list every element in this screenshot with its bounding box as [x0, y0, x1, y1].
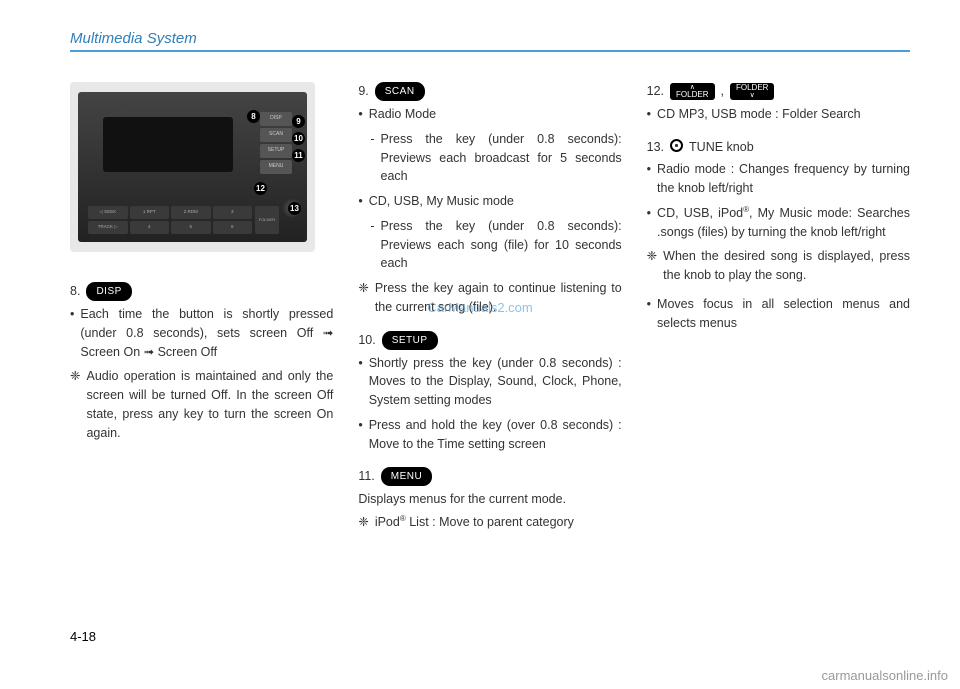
item-8-note: Audio operation is maintained and only t…	[86, 367, 333, 442]
item-9-s2: Press the key (under 0.8 seconds): Previ…	[381, 217, 622, 273]
item-13: 13. TUNE knob •Radio mode : Changes freq…	[647, 138, 910, 333]
item-8-bullet: Each time the button is shortly pressed …	[80, 305, 333, 361]
item-8: 8. DISP •Each time the button is shortly…	[70, 282, 333, 442]
device-scan-btn: SCAN	[260, 128, 292, 142]
callout-9: 9	[292, 115, 305, 128]
page-header: Multimedia System	[70, 30, 910, 52]
callout-13: 13	[288, 202, 301, 215]
item-9-num: 9.	[358, 82, 368, 101]
device-setup-btn: SETUP	[260, 144, 292, 158]
item-11-note: iPod® List : Move to parent category	[375, 513, 574, 532]
page-number: 4-18	[70, 629, 96, 644]
item-10: 10. SETUP •Shortly press the key (under …	[358, 331, 621, 454]
disp-button-label: DISP	[86, 282, 131, 301]
column-3: 12. ∧FOLDER , FOLDER∨ •CD MP3, USB mode …	[647, 82, 910, 546]
watermark-bottom: carmanualsonline.info	[822, 668, 948, 683]
content-area: DISP SCAN SETUP MENU ◁ SEEK 1 RPT 2 RDM …	[70, 82, 910, 546]
item-13-label: TUNE knob	[689, 138, 754, 157]
item-13-b2: CD, USB, iPod®, My Music mode: Searches …	[657, 204, 910, 242]
callout-11: 11	[292, 149, 305, 162]
item-11: 11. MENU Displays menus for the current …	[358, 467, 621, 532]
item-10-b1: Shortly press the key (under 0.8 seconds…	[369, 354, 622, 410]
item-13-b3: Moves focus in all selection menus and s…	[657, 295, 910, 333]
item-9-b1: Radio Mode	[369, 105, 436, 124]
item-12: 12. ∧FOLDER , FOLDER∨ •CD MP3, USB mode …	[647, 82, 910, 124]
scan-button-label: SCAN	[375, 82, 425, 101]
item-13-note: When the desired song is displayed, pres…	[663, 247, 910, 285]
callout-8: 8	[247, 110, 260, 123]
setup-button-label: SETUP	[382, 331, 438, 350]
item-10-num: 10.	[358, 331, 375, 350]
item-10-b2: Press and hold the key (over 0.8 seconds…	[369, 416, 622, 454]
column-1: DISP SCAN SETUP MENU ◁ SEEK 1 RPT 2 RDM …	[70, 82, 333, 546]
item-9-b2: CD, USB, My Music mode	[369, 192, 514, 211]
device-illustration: DISP SCAN SETUP MENU ◁ SEEK 1 RPT 2 RDM …	[70, 82, 315, 252]
item-12-num: 12.	[647, 82, 664, 101]
folder-down-button-label: FOLDER∨	[730, 83, 774, 100]
section-title: Multimedia System	[70, 30, 197, 47]
item-8-num: 8.	[70, 282, 80, 301]
item-13-b1: Radio mode : Changes frequency by turnin…	[657, 160, 910, 198]
column-2: 9. SCAN •Radio Mode -Press the key (unde…	[358, 82, 621, 546]
callout-10: 10	[292, 132, 305, 145]
item-11-num: 11.	[358, 467, 374, 486]
menu-button-label: MENU	[381, 467, 432, 486]
callout-12: 12	[254, 182, 267, 195]
item-13-num: 13.	[647, 138, 664, 157]
tune-knob-icon	[670, 139, 683, 152]
sep: ,	[721, 82, 724, 101]
item-9-s1: Press the key (under 0.8 seconds): Previ…	[381, 130, 622, 186]
device-disp-btn: DISP	[260, 112, 292, 126]
item-12-b1: CD MP3, USB mode : Folder Search	[657, 105, 861, 124]
folder-up-button-label: ∧FOLDER	[670, 83, 714, 100]
item-9-note: Press the key again to continue listenin…	[375, 279, 622, 317]
item-11-text: Displays menus for the current mode.	[358, 490, 621, 509]
device-menu-btn: MENU	[260, 160, 292, 174]
item-9: 9. SCAN •Radio Mode -Press the key (unde…	[358, 82, 621, 317]
